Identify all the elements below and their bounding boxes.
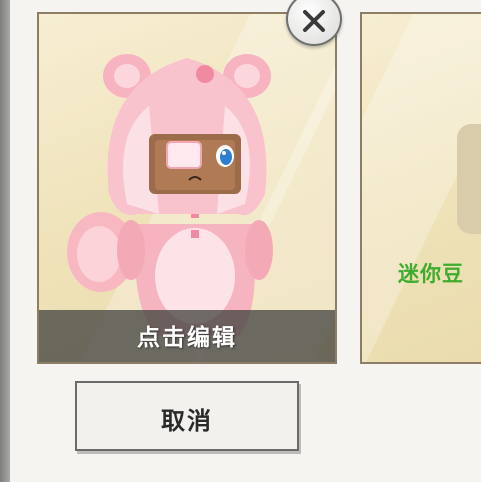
avatar-silhouette	[457, 124, 481, 234]
edit-label: 点击编辑	[137, 325, 237, 351]
next-card-label: 迷你豆	[398, 262, 464, 286]
next-avatar-card[interactable]: 迷你豆	[360, 12, 481, 364]
cancel-button[interactable]: 取消	[75, 381, 299, 451]
close-icon	[303, 10, 325, 32]
cancel-label: 取消	[161, 407, 213, 435]
left-panel-edge	[0, 0, 10, 482]
avatar-card[interactable]: 点击编辑	[37, 12, 337, 364]
